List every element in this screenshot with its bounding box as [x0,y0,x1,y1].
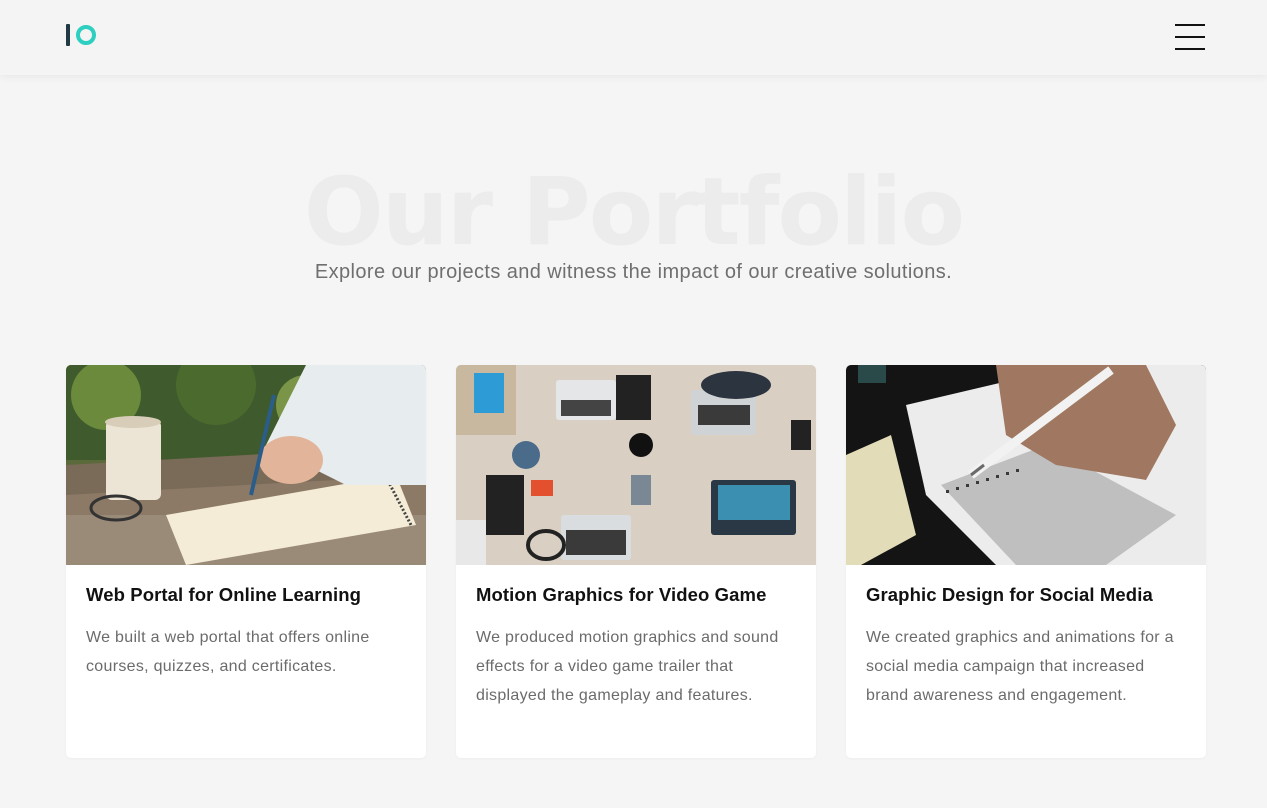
notebook-writing-photo [66,365,426,565]
site-header [0,0,1267,75]
card-description: We built a web portal that offers online… [86,629,370,675]
card-description: We produced motion graphics and sound ef… [476,629,779,704]
logo-bar-icon [66,24,70,46]
page-subtitle: Explore our projects and witness the imp… [314,261,953,283]
menu-line [1175,36,1205,38]
portfolio-card-graphic-design[interactable]: Graphic Design for Social Media We creat… [846,365,1206,758]
logo-ring-icon [76,25,96,45]
portfolio-card-motion-graphics[interactable]: Motion Graphics for Video Game We produc… [456,365,816,758]
logo[interactable] [66,22,96,48]
card-title[interactable]: Motion Graphics for Video Game [476,584,806,606]
hamburger-menu-icon[interactable] [1174,22,1208,52]
card-title[interactable]: Web Portal for Online Learning [86,584,416,606]
team-laptops-desk-photo [456,365,816,565]
answer-sheet-pencil-photo [846,365,1206,565]
portfolio-card-web-portal[interactable]: Web Portal for Online Learning We built … [66,365,426,758]
menu-line [1175,24,1205,26]
menu-line [1175,48,1205,50]
card-title[interactable]: Graphic Design for Social Media [866,584,1196,606]
card-description: We created graphics and animations for a… [866,629,1174,704]
page-title: Our Portfolio [303,158,965,267]
